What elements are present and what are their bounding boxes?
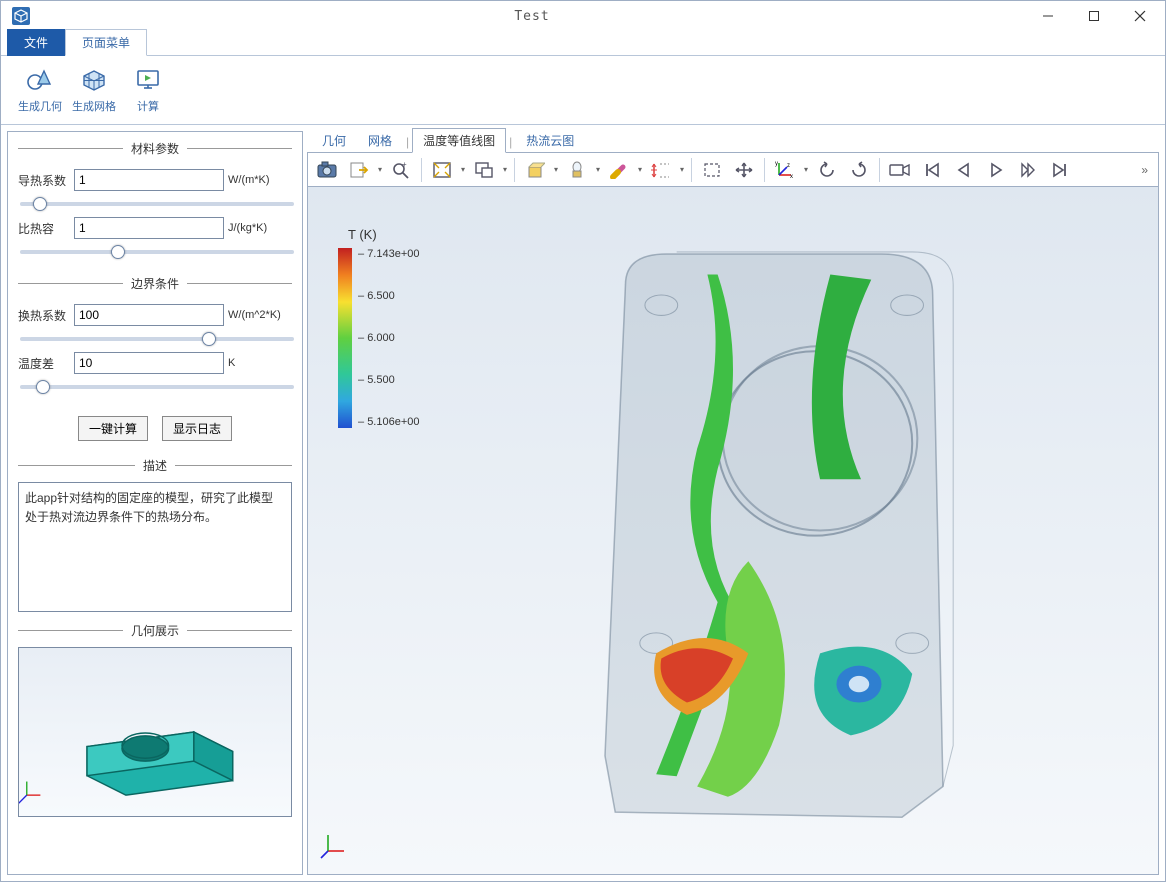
anim-next-button[interactable]: [1013, 156, 1043, 184]
menu-tabs: 文件 页面菜单: [1, 31, 1165, 55]
zoom-extents-button[interactable]: [427, 156, 457, 184]
conv-coeff-slider[interactable]: [20, 337, 294, 341]
boundary-section: 边界条件 换热系数 W/(m^2*K) 温度差 K: [18, 275, 292, 404]
anim-prev-button[interactable]: [949, 156, 979, 184]
window-title: Test: [39, 9, 1025, 24]
anim-last-button[interactable]: [1045, 156, 1075, 184]
thermal-cond-label: 导热系数: [18, 172, 70, 189]
main-view: 几何 网格 | 温度等值线图 | 热流云图 ▾ + ▾ ▾ ▾: [307, 131, 1159, 875]
axis-triad-icon: [320, 829, 350, 862]
thermal-cond-slider[interactable]: [20, 202, 294, 206]
show-log-button[interactable]: 显示日志: [162, 416, 232, 441]
graphics-toolbar: ▾ + ▾ ▾ ▾ ▾ ▾ ▾ y xz: [307, 153, 1159, 187]
conv-coeff-input[interactable]: [74, 304, 224, 326]
clear-button[interactable]: [604, 156, 634, 184]
compute-icon: [134, 66, 162, 94]
close-button[interactable]: [1117, 2, 1163, 30]
transparency-dropdown[interactable]: ▾: [594, 165, 602, 174]
graphics-viewport[interactable]: T (K) 7.143e+00 6.500 6.000 5.500 5.106e…: [307, 187, 1159, 875]
gen-mesh-label: 生成网格: [72, 98, 116, 114]
material-legend: 材料参数: [123, 140, 187, 157]
clear-dropdown[interactable]: ▾: [636, 165, 644, 174]
thermal-cond-unit: W/(m*K): [228, 174, 292, 186]
app-window: Test 文件 页面菜单 生成几何 生成网格: [0, 0, 1166, 882]
scene-light-button[interactable]: [520, 156, 550, 184]
app-icon: [9, 4, 33, 28]
temp-diff-slider[interactable]: [20, 385, 294, 389]
select-box-button[interactable]: [697, 156, 727, 184]
geometry-preview[interactable]: [18, 647, 292, 817]
svg-text:x: x: [790, 174, 793, 179]
snapshot-button[interactable]: [312, 156, 342, 184]
description-legend: 描述: [135, 457, 175, 474]
ribbon: 生成几何 生成网格 计算: [1, 55, 1165, 125]
scene-light-dropdown[interactable]: ▾: [552, 165, 560, 174]
rotate-ccw-button[interactable]: [812, 156, 842, 184]
geom-preview-legend: 几何展示: [123, 622, 187, 639]
sidebar: 材料参数 导热系数 W/(m*K) 比热容 J/(kg*K) 边界条件 换热系数: [7, 131, 303, 875]
gen-mesh-button[interactable]: 生成网格: [69, 58, 119, 122]
tab-heatflux[interactable]: 热流云图: [515, 128, 585, 153]
anim-record-button[interactable]: [885, 156, 915, 184]
tab-geometry[interactable]: 几何: [311, 128, 357, 153]
export-dropdown[interactable]: ▾: [376, 165, 384, 174]
tab-page-menu[interactable]: 页面菜单: [65, 29, 147, 56]
gen-geometry-button[interactable]: 生成几何: [15, 58, 65, 122]
zoom-box-button[interactable]: [469, 156, 499, 184]
measure-dropdown[interactable]: ▾: [678, 165, 686, 174]
heat-cap-input[interactable]: [74, 217, 224, 239]
rotate-cw-button[interactable]: [844, 156, 874, 184]
maximize-button[interactable]: [1071, 2, 1117, 30]
geometry-icon: [26, 66, 54, 94]
model-render: [308, 187, 1158, 874]
heat-cap-unit: J/(kg*K): [228, 222, 292, 234]
conv-coeff-unit: W/(m^2*K): [228, 309, 292, 321]
mesh-icon: [80, 66, 108, 94]
thermal-cond-input[interactable]: [74, 169, 224, 191]
zoom-extents-dropdown[interactable]: ▾: [459, 165, 467, 174]
temp-diff-input[interactable]: [74, 352, 224, 374]
temp-diff-unit: K: [228, 357, 292, 369]
svg-text:z: z: [787, 163, 790, 169]
title-bar: Test: [1, 1, 1165, 31]
tab-mesh[interactable]: 网格: [357, 128, 403, 153]
tab-isotherm[interactable]: 温度等值线图: [412, 128, 506, 153]
view-xyz-button[interactable]: y xz: [770, 156, 800, 184]
svg-text:+: +: [402, 161, 407, 169]
one-key-compute-button[interactable]: 一键计算: [78, 416, 148, 441]
export-button[interactable]: [344, 156, 374, 184]
zoom-reset-button[interactable]: +: [386, 156, 416, 184]
gen-geometry-label: 生成几何: [18, 98, 62, 114]
view-tabs: 几何 网格 | 温度等值线图 | 热流云图: [307, 131, 1159, 153]
measure-button[interactable]: [646, 156, 676, 184]
toolbar-overflow[interactable]: »: [1135, 163, 1154, 177]
heat-cap-label: 比热容: [18, 220, 70, 237]
conv-coeff-label: 换热系数: [18, 307, 70, 324]
zoom-box-dropdown[interactable]: ▾: [501, 165, 509, 174]
temp-diff-label: 温度差: [18, 355, 70, 372]
transparency-button[interactable]: [562, 156, 592, 184]
minimize-button[interactable]: [1025, 2, 1071, 30]
geom-preview-section: 几何展示: [18, 622, 292, 866]
description-text[interactable]: 此app针对结构的固定座的模型，研究了此模型处于热对流边界条件下的热场分布。: [18, 482, 292, 612]
heat-cap-slider[interactable]: [20, 250, 294, 254]
view-xyz-dropdown[interactable]: ▾: [802, 165, 810, 174]
pan-button[interactable]: [729, 156, 759, 184]
compute-label: 计算: [137, 98, 159, 114]
anim-play-button[interactable]: [981, 156, 1011, 184]
material-section: 材料参数 导热系数 W/(m*K) 比热容 J/(kg*K): [18, 140, 292, 269]
svg-text:y: y: [775, 161, 778, 167]
anim-first-button[interactable]: [917, 156, 947, 184]
description-section: 描述 此app针对结构的固定座的模型，研究了此模型处于热对流边界条件下的热场分布…: [18, 457, 292, 616]
boundary-legend: 边界条件: [123, 275, 187, 292]
tab-file[interactable]: 文件: [7, 29, 65, 56]
compute-button[interactable]: 计算: [123, 58, 173, 122]
